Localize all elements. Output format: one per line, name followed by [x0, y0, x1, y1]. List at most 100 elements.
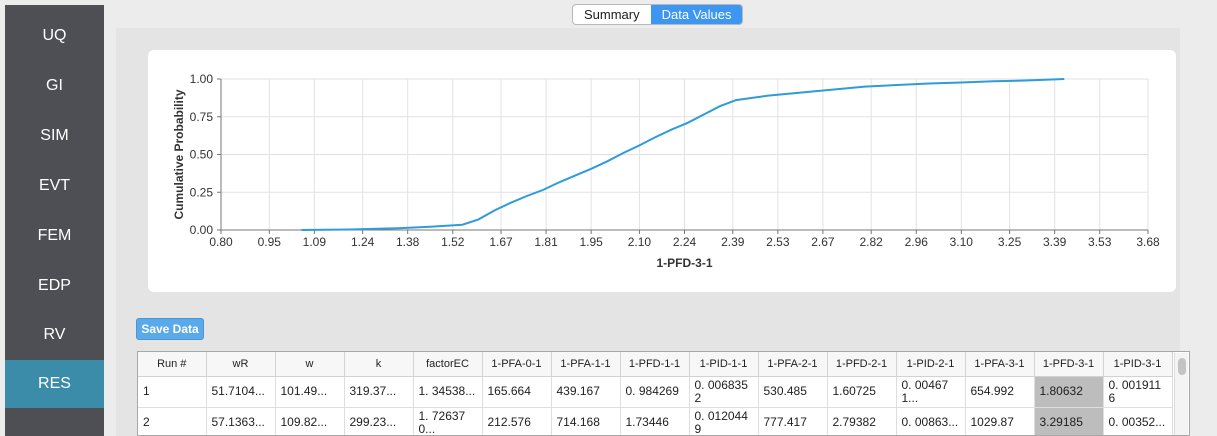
sidebar-item-label: EVT: [38, 177, 71, 194]
x-tick-label: 1.38: [396, 235, 420, 249]
y-tick-label: 0.00: [190, 223, 214, 237]
x-tick-label: 0.95: [258, 235, 282, 249]
column-header[interactable]: 1-PID-2-1: [896, 352, 966, 377]
table-row[interactable]: 2 57.1363... 109.82... 299.23... 1. 726370..…: [138, 407, 1173, 435]
tab-data-values[interactable]: Data Values: [650, 5, 743, 24]
column-header[interactable]: Run #: [138, 352, 207, 377]
table-cell[interactable]: 2: [138, 407, 207, 435]
chart-ticks: 0.80 0.95 1.09 1.24 1.38 1.52 1.67 1.81 1.95 2.10…: [190, 72, 1160, 249]
x-tick-label: 3.25: [998, 235, 1022, 249]
chart-axes: [217, 78, 1149, 234]
x-tick-label: 1.95: [579, 235, 603, 249]
vertical-scrollbar[interactable]: [1174, 353, 1188, 435]
column-header[interactable]: 1-PID-3-1: [1103, 352, 1173, 377]
save-data-button[interactable]: Save Data: [136, 318, 204, 340]
table-cell[interactable]: 1.73446: [620, 407, 690, 435]
x-tick-label: 1.09: [303, 235, 327, 249]
table-cell[interactable]: 439.167: [551, 376, 621, 408]
table-cell[interactable]: 299.23...: [344, 407, 414, 435]
table-row[interactable]: 1 51.7104... 101.49... 319.37... 1. 34538...…: [138, 376, 1173, 408]
table-cell[interactable]: 654.992: [965, 376, 1035, 408]
column-header[interactable]: wR: [206, 352, 276, 377]
x-tick-label: 2.82: [860, 235, 884, 249]
sidebar-item-label: SIM: [40, 127, 69, 144]
table-cell[interactable]: 530.485: [758, 376, 828, 408]
table-cell[interactable]: 51.7104...: [206, 376, 276, 408]
data-grid: Run # wR w k factorEC 1-PFA-0-1 1-PFA-1-1 1-PFD…: [138, 352, 1173, 435]
column-header[interactable]: 1-PID-1-1: [689, 352, 759, 377]
table-cell[interactable]: 212.576: [482, 407, 552, 435]
table-cell[interactable]: 0. 00863...: [896, 407, 966, 435]
column-header[interactable]: k: [344, 352, 414, 377]
x-axis-label: 1-PFD-3-1: [656, 256, 712, 270]
sidebar-item-label: EDP: [38, 277, 71, 294]
cdf-chart: 0.80 0.95 1.09 1.24 1.38 1.52 1.67 1.81 1.95 2.10…: [172, 72, 1160, 270]
table-cell[interactable]: 0. 0120449: [689, 407, 759, 435]
y-tick-label: 0.50: [190, 148, 214, 162]
sidebar: UQ GI SIM EVT FEM EDP RV RES: [5, 5, 104, 436]
scrollbar-thumb[interactable]: [1178, 358, 1186, 375]
sidebar-item-res[interactable]: RES: [5, 360, 104, 408]
table-cell[interactable]: 165.664: [482, 376, 552, 408]
table-cell[interactable]: 0. 0068352: [689, 376, 759, 408]
table-cell[interactable]: 0. 0019116: [1103, 376, 1173, 408]
column-header[interactable]: 1-PFD-3-1: [1034, 352, 1104, 377]
sidebar-item-rv[interactable]: RV: [5, 311, 104, 359]
column-header[interactable]: 1-PFA-3-1: [965, 352, 1035, 377]
table-cell[interactable]: 1.80632: [1034, 376, 1104, 408]
column-header[interactable]: factorEC: [413, 352, 483, 377]
x-tick-label: 2.96: [905, 235, 929, 249]
table-cell[interactable]: 1: [138, 376, 207, 408]
table-cell[interactable]: 0. 00352...: [1103, 407, 1173, 435]
table-cell[interactable]: 2.79382: [827, 407, 897, 435]
x-tick-label: 2.10: [628, 235, 652, 249]
table-cell[interactable]: 1. 726370...: [413, 407, 483, 435]
sidebar-item-evt[interactable]: EVT: [5, 162, 104, 210]
x-tick-label: 2.24: [673, 235, 697, 249]
x-tick-label: 1.81: [534, 235, 558, 249]
x-tick-label: 2.67: [811, 235, 835, 249]
x-tick-label: 1.24: [351, 235, 375, 249]
sidebar-item-fem[interactable]: FEM: [5, 212, 104, 260]
sidebar-item-gi[interactable]: GI: [5, 62, 104, 110]
table-cell[interactable]: 319.37...: [344, 376, 414, 408]
sidebar-item-label: RV: [43, 326, 66, 343]
sidebar-item-sim[interactable]: SIM: [5, 112, 104, 160]
table-cell[interactable]: 0. 004671...: [896, 376, 966, 408]
table-cell[interactable]: 0. 984269: [620, 376, 690, 408]
column-header[interactable]: 1-PFD-2-1: [827, 352, 897, 377]
sidebar-item-uq[interactable]: UQ: [5, 12, 104, 60]
table-cell[interactable]: 1029.87: [965, 407, 1035, 435]
column-header[interactable]: 1-PFA-2-1: [758, 352, 828, 377]
table-cell[interactable]: 714.168: [551, 407, 621, 435]
x-tick-label: 0.80: [209, 235, 233, 249]
x-tick-label: 3.68: [1136, 235, 1160, 249]
table-cell[interactable]: 1.60725: [827, 376, 897, 408]
y-axis-label: Cumulative Probability: [172, 89, 186, 219]
x-tick-label: 2.53: [766, 235, 790, 249]
table-cell[interactable]: 777.417: [758, 407, 828, 435]
y-tick-label: 0.25: [190, 185, 214, 199]
column-header[interactable]: 1-PFA-1-1: [551, 352, 621, 377]
x-tick-label: 3.53: [1088, 235, 1112, 249]
table-cell[interactable]: 101.49...: [275, 376, 345, 408]
table-cell[interactable]: 3.29185: [1034, 407, 1104, 435]
sidebar-item-label: RES: [38, 375, 71, 392]
column-header[interactable]: 1-PFA-0-1: [482, 352, 552, 377]
tab-summary[interactable]: Summary: [573, 5, 651, 24]
x-tick-label: 3.10: [950, 235, 974, 249]
table-cell[interactable]: 57.1363...: [206, 407, 276, 435]
x-tick-label: 3.39: [1043, 235, 1067, 249]
table-cell[interactable]: 1. 34538...: [413, 376, 483, 408]
table-cell[interactable]: 109.82...: [275, 407, 345, 435]
column-header[interactable]: w: [275, 352, 345, 377]
sidebar-item-edp[interactable]: EDP: [5, 262, 104, 310]
view-tabs: Summary Data Values: [572, 4, 744, 25]
x-tick-label: 1.67: [489, 235, 513, 249]
column-header[interactable]: 1-PFD-1-1: [620, 352, 690, 377]
sidebar-item-label: FEM: [37, 227, 72, 244]
y-tick-label: 1.00: [190, 72, 214, 86]
sidebar-item-label: GI: [46, 77, 63, 94]
sidebar-item-label: UQ: [42, 27, 67, 44]
header-row: Run # wR w k factorEC 1-PFA-0-1 1-PFA-1-1 1-PFD…: [138, 352, 1173, 377]
